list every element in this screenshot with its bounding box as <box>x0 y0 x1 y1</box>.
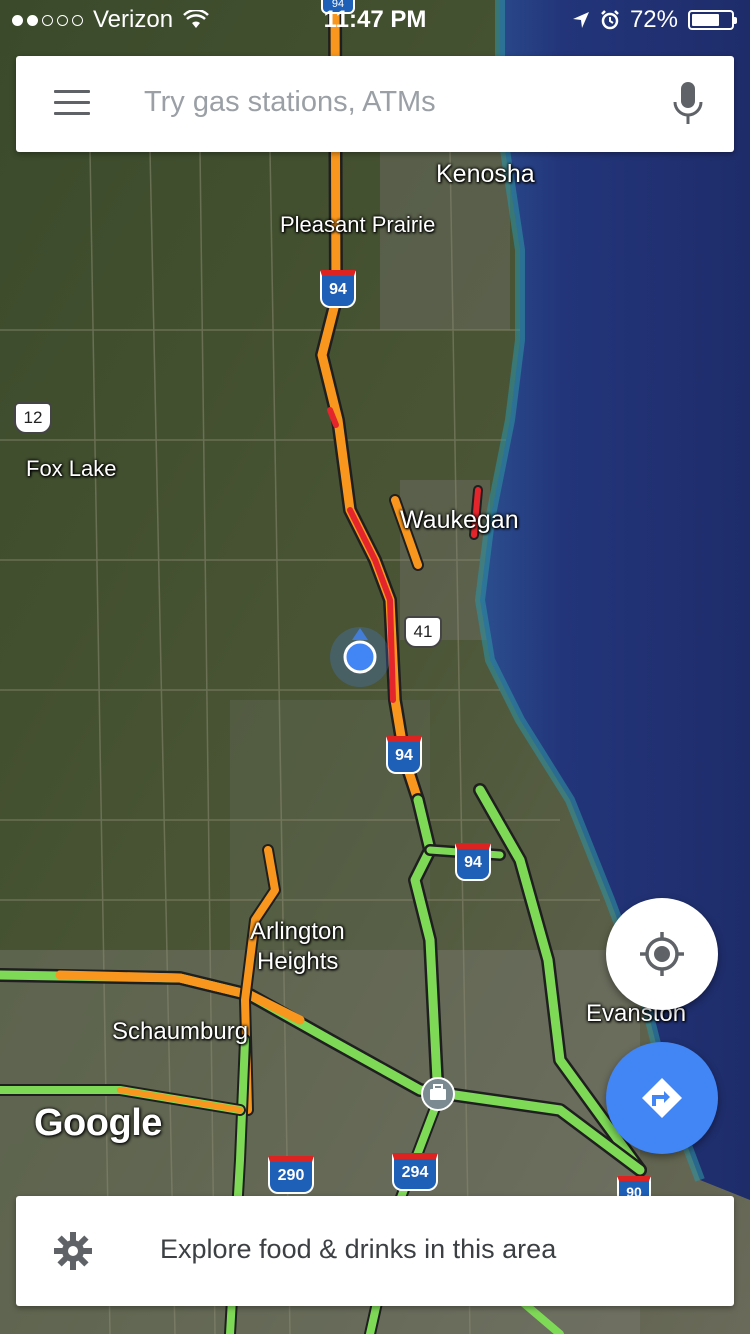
place-label-schaumburg[interactable]: Schaumburg <box>112 1018 248 1046</box>
directions-arrow-icon <box>642 1078 682 1118</box>
highway-shield-us41: 41 <box>404 616 442 648</box>
battery-fill <box>692 14 720 26</box>
alarm-icon <box>601 10 619 30</box>
place-label-waukegan[interactable]: Waukegan <box>400 506 519 535</box>
highway-shield-i94: 94 <box>320 270 356 308</box>
highway-shield-i94: 94 <box>455 843 491 881</box>
status-right: 72% <box>572 6 737 34</box>
highway-shield-i294: 294 <box>392 1153 438 1191</box>
hamburger-menu-icon[interactable] <box>54 90 90 118</box>
place-label-kenosha[interactable]: Kenosha <box>436 160 535 189</box>
search-input[interactable]: Try gas stations, ATMs <box>144 86 436 119</box>
place-label-arlington-heights-line1[interactable]: Arlington <box>250 918 345 946</box>
airport-icon[interactable] <box>421 1077 455 1111</box>
place-label-fox-lake[interactable]: Fox Lake <box>26 456 117 482</box>
explore-bar[interactable]: Explore food & drinks in this area <box>16 1196 734 1306</box>
battery-percent: 72% <box>629 6 678 33</box>
status-bar: Verizon 11:47 PM 72% <box>0 0 750 40</box>
place-label-arlington-heights-line2[interactable]: Heights <box>257 948 338 976</box>
highway-shield-i290: 290 <box>268 1156 314 1194</box>
my-location-button[interactable] <box>606 898 718 1010</box>
current-location-marker[interactable] <box>330 627 390 687</box>
explore-label: Explore food & drinks in this area <box>160 1234 557 1264</box>
place-label-pleasant-prairie[interactable]: Pleasant Prairie <box>280 212 435 238</box>
location-arrow-icon <box>572 12 589 28</box>
crosshair-icon <box>640 932 684 976</box>
microphone-icon[interactable] <box>668 80 708 128</box>
highway-shield-i94: 94 <box>386 736 422 774</box>
battery-icon <box>688 10 737 30</box>
directions-button[interactable] <box>606 1042 718 1154</box>
search-bar[interactable]: Try gas stations, ATMs <box>16 56 734 152</box>
google-attribution-logo: Google <box>34 1102 162 1144</box>
gear-icon <box>54 1232 92 1270</box>
highway-shield-us12: 12 <box>14 402 52 434</box>
